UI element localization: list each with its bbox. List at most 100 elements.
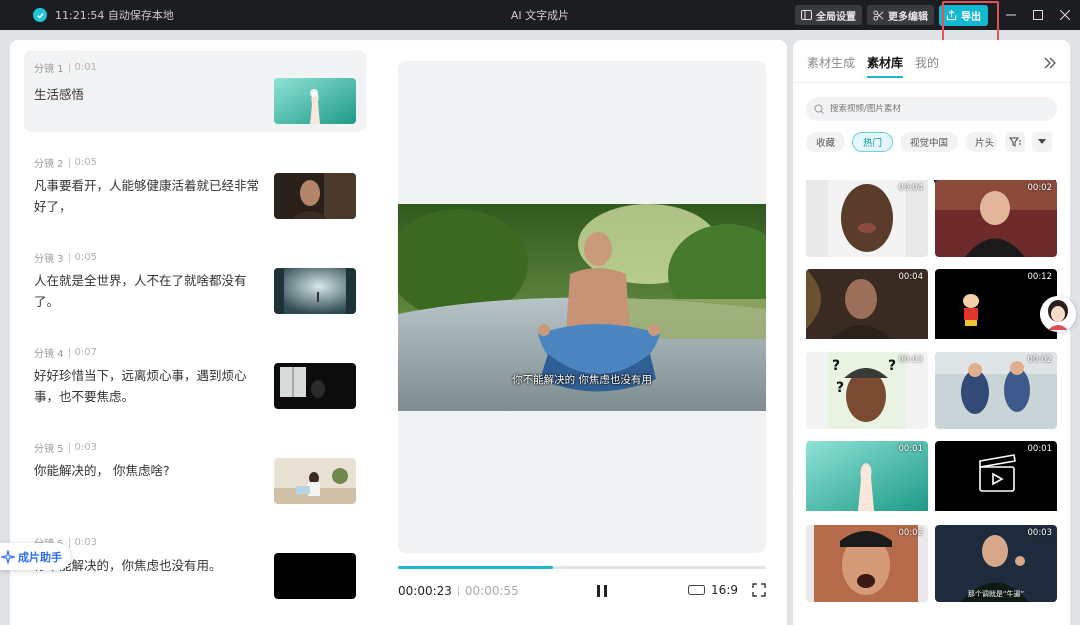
asset-item[interactable]: 00:12	[935, 269, 1057, 346]
tab-library[interactable]: 素材库	[867, 54, 904, 78]
assistant-label: 成片助手	[18, 550, 62, 564]
video-preview[interactable]: 你不能解决的 你焦虑也没有用	[398, 61, 766, 553]
svg-text:?: ?	[888, 358, 896, 374]
asset-duration: 00:04	[898, 272, 924, 282]
scene-thumbnail[interactable]	[274, 268, 356, 314]
chip-vcg[interactable]: 视觉中国	[900, 132, 959, 152]
assistant-avatar[interactable]	[1040, 296, 1076, 332]
more-edit-button[interactable]: 更多编辑	[867, 5, 934, 25]
scene-thumbnail[interactable]	[274, 173, 356, 219]
progress-bar[interactable]	[398, 566, 766, 569]
scene-label: 分镜 5	[34, 444, 64, 455]
global-settings-label: 全局设置	[816, 11, 856, 23]
scene-text[interactable]: 你能解决的， 你焦虑啥?	[34, 460, 262, 481]
more-filters-button[interactable]	[1032, 132, 1053, 152]
scene-list: 分镜 1 0:01 生活感悟 分镜 2 0:05 凡事要看开，人能够健康活着就已经非…	[24, 50, 366, 620]
scene-thumbnail[interactable]	[274, 78, 356, 124]
scene-thumbnail[interactable]	[274, 458, 356, 504]
minimize-button[interactable]	[997, 0, 1024, 30]
main-panel: 分镜 1 0:01 生活感悟 分镜 2 0:05 凡事要看开，人能够健康活着就已经非…	[10, 40, 787, 625]
share-icon	[946, 9, 957, 20]
scene-item-4[interactable]: 分镜 4 0:07 好好珍惜当下，远离烦心事，遇到烦心事，也不要焦虑。	[24, 335, 366, 430]
asset-tabs: 素材生成 素材库 我的	[807, 54, 939, 78]
collapse-panel-button[interactable]	[1044, 54, 1056, 73]
asset-duration: 00:03	[898, 355, 924, 365]
layout-icon	[801, 10, 812, 20]
asset-grid: 00:04 00:02 00:04 00:12 ??? 00:03 00:02 …	[806, 180, 1057, 602]
assistant-button[interactable]: 成片助手	[0, 543, 71, 570]
export-button[interactable]: 导出	[939, 4, 988, 26]
search-input[interactable]	[830, 104, 1040, 114]
scene-label: 分镜 4	[34, 349, 64, 360]
sparkle-icon	[1, 549, 15, 564]
asset-item[interactable]: 00:02	[935, 352, 1057, 429]
minimize-icon	[1005, 14, 1016, 16]
autosave-status: 11:21:54 自动保存本地	[55, 9, 174, 22]
asset-duration: 00:04	[898, 183, 924, 193]
tab-generate[interactable]: 素材生成	[807, 54, 855, 71]
asset-item[interactable]: ??? 00:03	[806, 352, 928, 429]
maximize-button[interactable]	[1024, 0, 1051, 30]
saved-check-icon	[33, 8, 47, 22]
scene-item-2[interactable]: 分镜 2 0:05 凡事要看开，人能够健康活着就已经非常好了，	[24, 145, 366, 240]
pause-icon	[597, 585, 607, 597]
chip-popular[interactable]: 热门	[852, 132, 894, 152]
asset-caption: 那个调就是“牛逼”	[967, 590, 1025, 598]
title-bar: 11:21:54 自动保存本地 AI 文字成片 全局设置 更多编辑 导出	[0, 0, 1080, 30]
scene-text[interactable]: 好好珍惜当下，远离烦心事，遇到烦心事，也不要焦虑。	[34, 365, 262, 407]
tab-mine[interactable]: 我的	[915, 54, 939, 71]
scene-duration: 0:05	[74, 157, 98, 168]
asset-duration: 00:02	[1027, 355, 1053, 365]
aspect-ratio-button[interactable]: 16:9	[688, 583, 738, 597]
filter-icon	[1009, 137, 1022, 147]
scene-thumbnail[interactable]	[274, 363, 356, 409]
global-settings-button[interactable]: 全局设置	[795, 5, 862, 25]
filter-chips: 收藏 热门 视觉中国 片头	[806, 132, 1053, 152]
total-time: 00:00:55	[464, 584, 519, 598]
more-edit-label: 更多编辑	[888, 11, 928, 23]
asset-item[interactable]: 00:02	[935, 180, 1057, 257]
scene-text[interactable]: 凡事要看开，人能够健康活着就已经非常好了，	[34, 175, 262, 217]
export-label: 导出	[961, 11, 981, 23]
scene-duration: 0:05	[74, 252, 98, 263]
scene-duration: 0:03	[74, 442, 98, 453]
video-frame[interactable]: 你不能解决的 你焦虑也没有用	[398, 204, 766, 411]
asset-panel: 素材生成 素材库 我的 收藏 热门 视觉中国 片头 00:04 00:02	[793, 40, 1070, 625]
asset-duration: 00:02	[1027, 183, 1053, 193]
asset-item[interactable]: 00:02	[806, 525, 928, 602]
scene-duration: 0:03	[74, 537, 98, 548]
scene-item-3[interactable]: 分镜 3 0:05 人在就是全世界，人不在了就啥都没有了。	[24, 240, 366, 335]
scene-item-1[interactable]: 分镜 1 0:01 生活感悟	[24, 50, 366, 132]
double-chevron-right-icon	[1044, 57, 1056, 69]
asset-item[interactable]: 00:03 那个调就是“牛逼”	[935, 525, 1057, 602]
asset-item[interactable]: 00:04	[806, 269, 928, 346]
current-time: 00:00:23	[398, 584, 452, 598]
scene-item-6[interactable]: 分镜 60:03 你不能解决的，你焦虑也没有用。	[24, 525, 366, 620]
video-subtitle: 你不能解决的 你焦虑也没有用	[512, 374, 652, 386]
scene-thumbnail[interactable]	[274, 553, 356, 599]
avatar-icon	[1040, 296, 1076, 332]
asset-duration: 00:01	[1027, 444, 1053, 454]
scene-duration: 0:01	[74, 62, 98, 73]
scene-text[interactable]: 生活感悟	[34, 84, 262, 105]
scissors-icon	[873, 9, 884, 21]
scene-item-5[interactable]: 分镜 5 0:03 你能解决的， 你焦虑啥?	[24, 430, 366, 525]
chip-intro[interactable]: 片头	[965, 132, 999, 152]
svg-text:?: ?	[832, 358, 840, 374]
player-controls: 00:00:23 00:00:55 16:9	[398, 581, 766, 601]
scene-duration: 0:07	[74, 347, 98, 358]
asset-item[interactable]: 00:04	[806, 180, 928, 257]
asset-search[interactable]	[806, 97, 1057, 121]
fullscreen-button[interactable]	[752, 583, 766, 600]
pause-button[interactable]	[596, 584, 608, 601]
asset-item[interactable]: 00:01	[935, 441, 1057, 518]
scene-label: 分镜 3	[34, 254, 64, 265]
close-button[interactable]	[1051, 0, 1078, 30]
asset-item[interactable]: 00:01	[806, 441, 928, 518]
filter-button[interactable]	[1005, 132, 1026, 152]
scene-text[interactable]: 人在就是全世界，人不在了就啥都没有了。	[34, 270, 262, 312]
chip-favorites[interactable]: 收藏	[806, 132, 846, 152]
asset-duration: 00:02	[898, 528, 924, 538]
fullscreen-icon	[752, 583, 766, 597]
svg-text:?: ?	[836, 380, 844, 396]
